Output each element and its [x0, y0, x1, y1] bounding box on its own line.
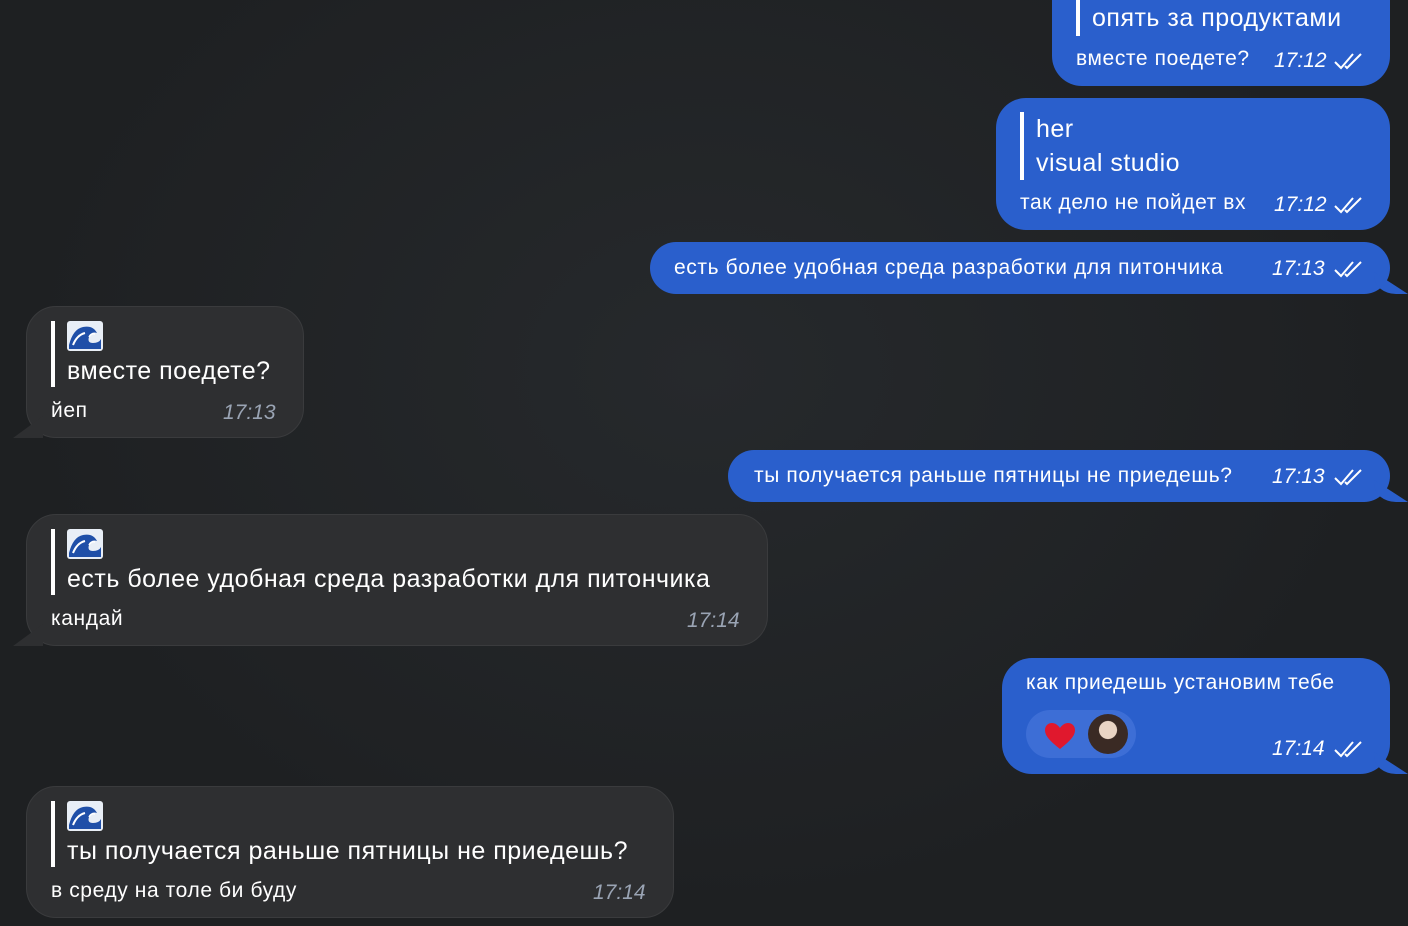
reply-quote[interactable]: опять за продуктами	[1076, 0, 1342, 36]
message-time: 17:13	[223, 401, 276, 424]
read-checkmarks-icon	[1334, 197, 1362, 214]
read-checkmarks-icon	[1334, 53, 1362, 70]
message-time: 17:14	[593, 881, 646, 904]
message-text: вместе поедете?	[1076, 47, 1250, 70]
message-text: как приедешь установим тебе	[1026, 671, 1335, 694]
avatar	[1088, 714, 1128, 754]
message-text: в среду на толе би буду	[51, 879, 297, 902]
message-incoming[interactable]: ты получается раньше пятницы не приедешь…	[26, 786, 674, 918]
message-text: ты получается раньше пятницы не приедешь…	[754, 464, 1233, 487]
wave-emoji-icon	[67, 321, 103, 351]
message-text: есть более удобная среда разработки для …	[674, 256, 1224, 279]
message-incoming[interactable]: вместе поедете? йеп 17:13	[26, 306, 304, 438]
message-time: 17:12	[1274, 193, 1327, 216]
heart-icon	[1045, 723, 1075, 749]
message-incoming[interactable]: есть более удобная среда разработки для …	[26, 514, 768, 646]
read-checkmarks-icon	[1334, 469, 1362, 486]
message-outgoing[interactable]: как приедешь установим тебе 17:14	[1002, 658, 1390, 774]
message-outgoing[interactable]: her visual studio так дело не пойдет вх …	[996, 98, 1390, 230]
reply-quote[interactable]: ты получается раньше пятницы не приедешь…	[51, 801, 628, 867]
quote-author: her	[1036, 115, 1074, 143]
quote-text: опять за продуктами	[1092, 4, 1342, 32]
message-text: йеп	[51, 399, 88, 422]
message-text: кандай	[51, 607, 124, 630]
wave-emoji-icon	[67, 801, 103, 831]
message-time: 17:12	[1274, 49, 1327, 72]
reply-quote[interactable]: вместе поедете?	[51, 321, 271, 387]
message-outgoing[interactable]: опять за продуктами вместе поедете? 17:1…	[1052, 0, 1390, 86]
message-time: 17:14	[687, 609, 740, 632]
message-time: 17:14	[1272, 737, 1325, 760]
reaction-pill[interactable]	[1026, 710, 1136, 758]
quote-text: visual studio	[1036, 149, 1181, 177]
reply-quote[interactable]: her visual studio	[1020, 112, 1180, 180]
read-checkmarks-icon	[1334, 261, 1362, 278]
chat-area: опять за продуктами вместе поедете? 17:1…	[0, 0, 1408, 926]
message-text: так дело не пойдет вх	[1020, 191, 1247, 214]
quote-text: есть более удобная среда разработки для …	[67, 565, 711, 593]
message-outgoing[interactable]: есть более удобная среда разработки для …	[650, 242, 1390, 294]
quote-text: ты получается раньше пятницы не приедешь…	[67, 837, 628, 865]
message-time: 17:13	[1272, 465, 1325, 488]
reply-quote[interactable]: есть более удобная среда разработки для …	[51, 529, 710, 595]
read-checkmarks-icon	[1334, 741, 1362, 758]
wave-emoji-icon	[67, 529, 103, 559]
message-outgoing[interactable]: ты получается раньше пятницы не приедешь…	[728, 450, 1390, 502]
quote-text: вместе поедете?	[67, 357, 271, 385]
message-time: 17:13	[1272, 257, 1325, 280]
